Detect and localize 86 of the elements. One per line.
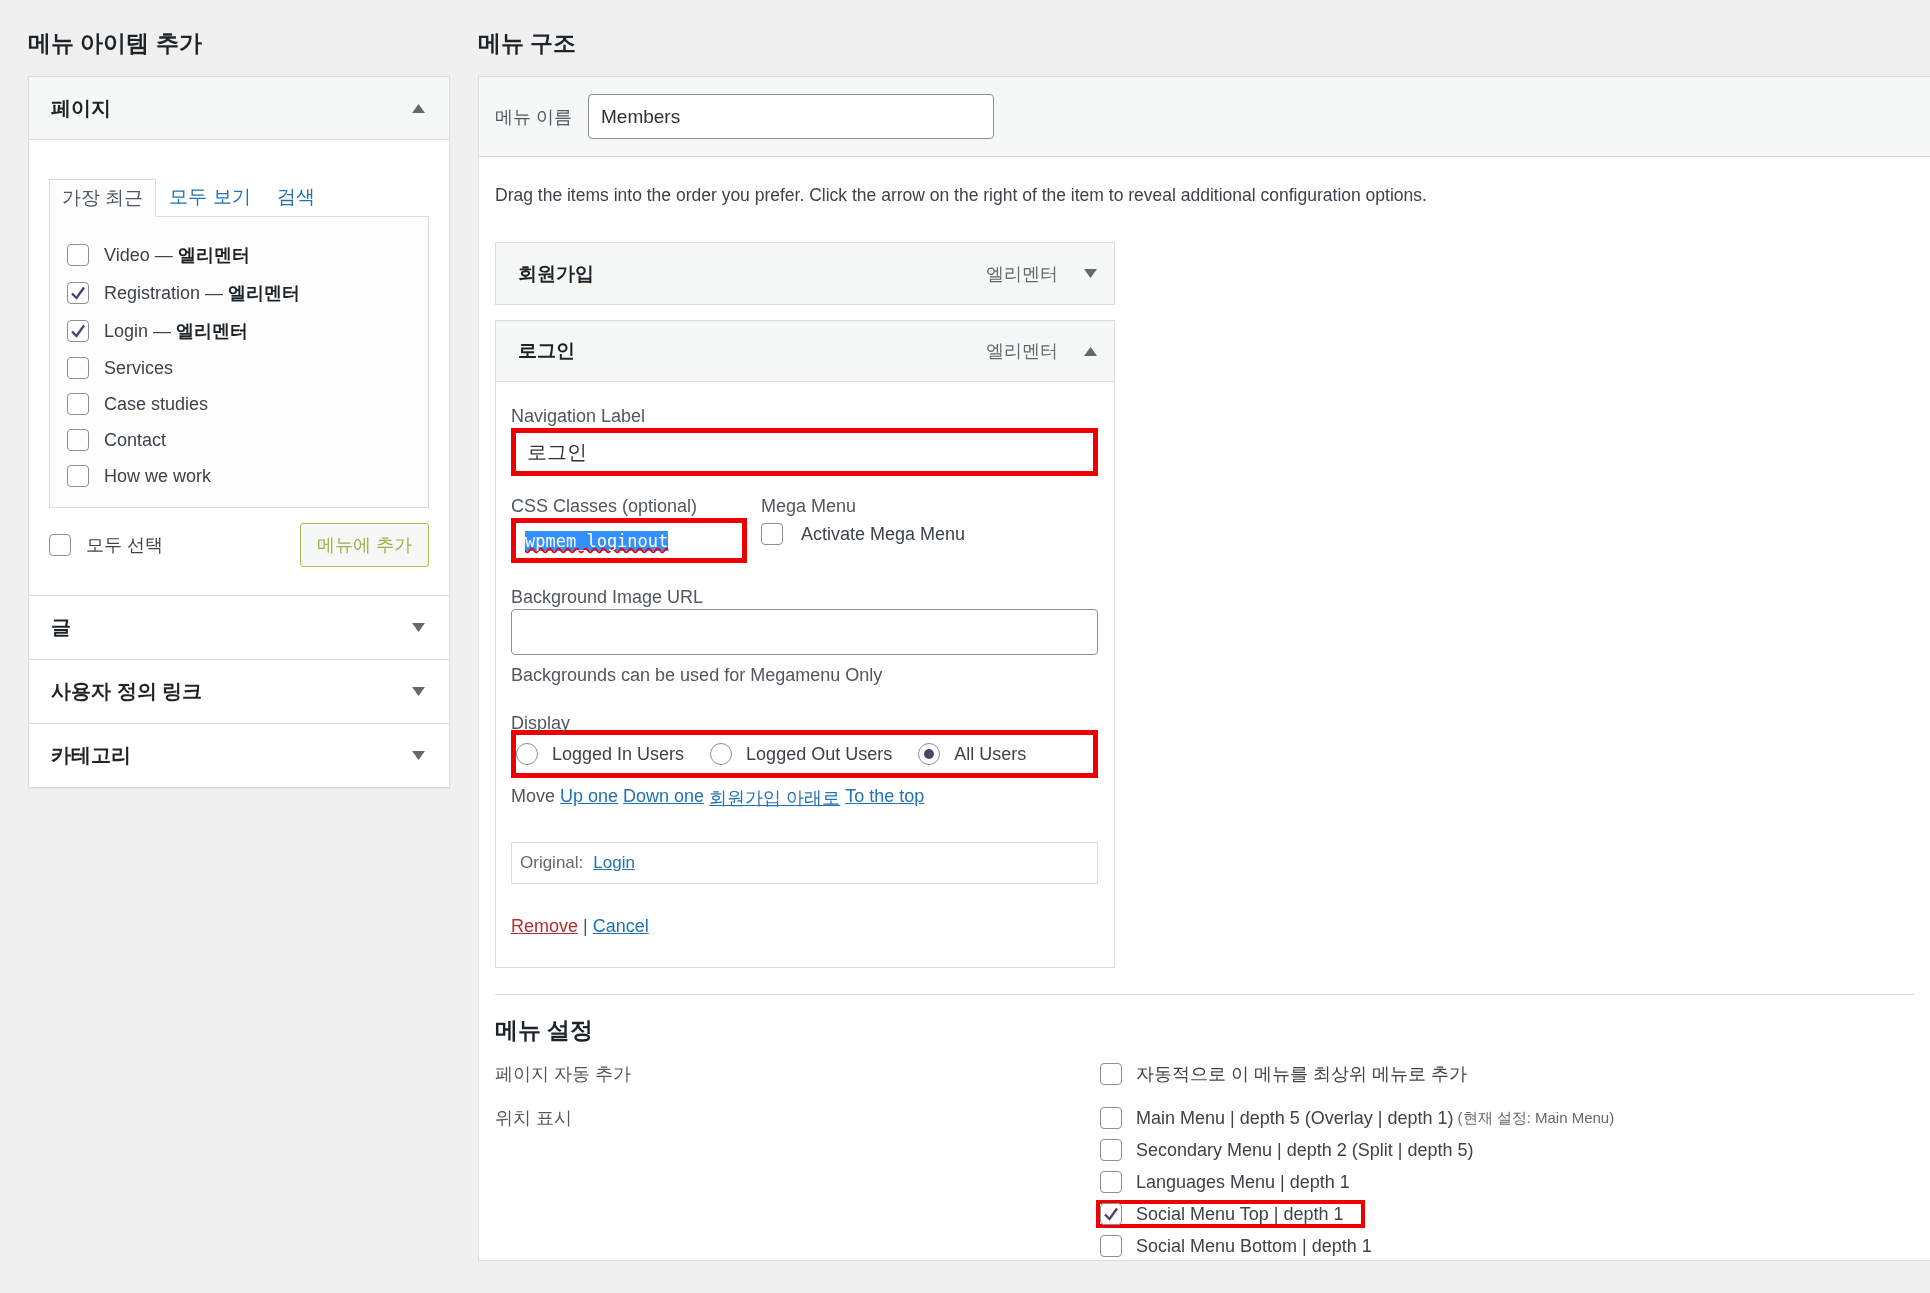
section-title: 글 (51, 615, 71, 640)
checkbox[interactable] (1100, 1203, 1122, 1225)
checkbox[interactable] (67, 282, 89, 304)
select-all-label: 모두 선택 (86, 534, 163, 557)
section-title: 페이지 (51, 95, 111, 121)
move-link[interactable]: 회원가입 아래로 (709, 786, 841, 810)
move-link[interactable]: Down one (623, 786, 705, 810)
checkbox[interactable] (49, 534, 71, 556)
section-header[interactable]: 글 (29, 596, 449, 659)
section-title: 사용자 정의 링크 (51, 679, 203, 704)
checkbox-label: Main Menu | depth 5 (Overlay | depth 1) (1136, 1107, 1454, 1129)
expand-arrow-icon[interactable] (412, 623, 425, 632)
section-header[interactable]: 사용자 정의 링크 (29, 660, 449, 723)
page-item-label: Case studies (104, 393, 209, 415)
panel-title: 메뉴 아이템 추가 (28, 29, 203, 54)
section-header[interactable]: 카테고리 (29, 724, 449, 787)
expand-arrow-icon[interactable] (412, 751, 425, 760)
radio-button[interactable] (516, 743, 538, 765)
checkbox[interactable] (67, 244, 89, 266)
radio-button[interactable] (918, 743, 941, 765)
checkbox[interactable] (67, 357, 89, 379)
cancel-link[interactable]: Cancel (592, 916, 649, 937)
section-title: 메뉴 구조 (478, 29, 578, 54)
checkbox-label: Social Menu Top | depth 1 (1136, 1203, 1344, 1225)
checkbox-label: Social Menu Bottom | depth 1 (1136, 1235, 1372, 1257)
page-item-label: Video — 엘리멘터 (104, 244, 250, 267)
original-link[interactable]: Login (593, 853, 635, 873)
checkbox[interactable] (1100, 1107, 1122, 1129)
page-item-label: Login — 엘리멘터 (104, 320, 249, 343)
expand-arrow-icon[interactable] (1084, 269, 1097, 278)
field-label: Mega Menu (761, 496, 858, 517)
move-link[interactable]: Up one (560, 786, 619, 810)
tab[interactable]: 검색 (263, 178, 328, 216)
collapse-arrow-icon[interactable] (1084, 346, 1097, 356)
section-title: 카테고리 (51, 743, 131, 768)
page-item-label: Contact (104, 429, 167, 451)
background-image-url-field[interactable] (511, 609, 1098, 655)
menu-name-label: 메뉴 이름 (495, 105, 572, 129)
settings-title: 메뉴 설정 (495, 1016, 595, 1045)
checkbox[interactable] (67, 393, 89, 415)
page-item-label: How we work (104, 465, 212, 487)
page-item-label: Registration — 엘리멘터 (104, 282, 301, 305)
checkbox[interactable] (761, 523, 783, 545)
radio-label: Logged Out Users (746, 743, 893, 765)
field-hint: Backgrounds can be used for Megamenu Only (511, 665, 884, 686)
checkbox-label: Languages Menu | depth 1 (1136, 1171, 1350, 1193)
collapse-arrow-icon[interactable] (412, 103, 425, 113)
checkbox[interactable] (67, 320, 89, 342)
css-classes-field[interactable]: wpmem_loginout (511, 518, 747, 563)
section-header[interactable]: 페이지 (29, 77, 449, 140)
setting-label: 페이지 자동 추가 (495, 1063, 632, 1086)
current-setting-note: (현재 설정: Main Menu) (1457, 1108, 1615, 1128)
expand-arrow-icon[interactable] (412, 687, 425, 696)
menu-item-title: 회원가입 (518, 261, 595, 286)
tab[interactable]: 모두 보기 (156, 178, 264, 216)
move-label: Move (511, 786, 555, 808)
original-label: Original: (520, 853, 584, 873)
field-label: Navigation Label (511, 406, 647, 427)
remove-link[interactable]: Remove (511, 916, 579, 937)
checkbox[interactable] (1100, 1063, 1122, 1085)
menu-name-field[interactable]: Members (588, 94, 994, 139)
tab[interactable]: 가장 최근 (49, 179, 157, 217)
separator-text: | (583, 916, 588, 937)
menu-item-title: 로그인 (518, 339, 576, 363)
checkbox-label: Activate Mega Menu (801, 523, 966, 545)
item-type-label: 엘리멘터 (986, 340, 1058, 363)
checkbox[interactable] (67, 465, 89, 487)
radio-label: All Users (954, 743, 1027, 765)
field-label: Background Image URL (511, 587, 705, 608)
move-link[interactable]: To the top (845, 786, 925, 810)
field-label: CSS Classes (optional) (511, 496, 699, 517)
setting-label: 위치 표시 (495, 1107, 573, 1130)
checkbox[interactable] (1100, 1235, 1122, 1257)
item-type-label: 엘리멘터 (986, 262, 1058, 286)
checkbox[interactable] (1100, 1139, 1122, 1161)
page-item-label: Services (104, 357, 174, 379)
radio-button[interactable] (710, 743, 733, 765)
instructions-text: Drag the items into the order you prefer. Click the arrow on the right of the item to reveal additional configuration options. (495, 185, 1428, 206)
checkbox[interactable] (67, 429, 89, 451)
navigation-label-field[interactable]: 로그인 (511, 428, 1098, 476)
menu-item-header[interactable]: 로그인 엘리멘터 (496, 321, 1114, 382)
checkbox[interactable] (1100, 1171, 1122, 1193)
menu-item-header[interactable]: 회원가입 엘리멘터 (496, 243, 1114, 304)
radio-label: Logged In Users (552, 743, 685, 765)
checkbox-label: 자동적으로 이 메뉴를 최상위 메뉴로 추가 (1136, 1063, 1467, 1086)
checkbox-label: Secondary Menu | depth 2 (Split | depth 5) (1136, 1139, 1474, 1161)
